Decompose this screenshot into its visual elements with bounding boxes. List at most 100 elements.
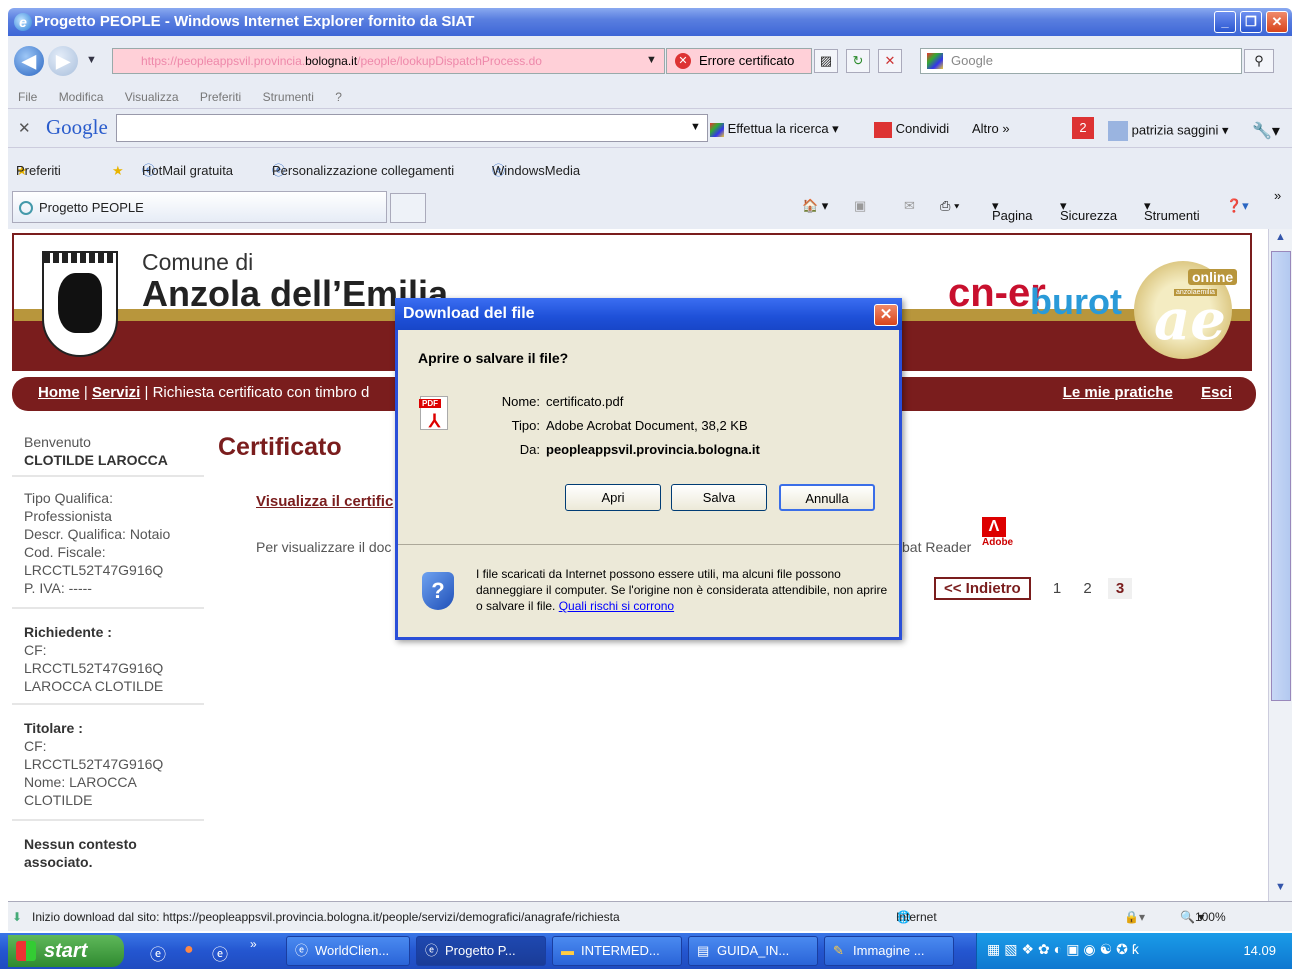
zoom-control[interactable]: 🔍 100% ▾ xyxy=(1180,902,1226,932)
window-title: Progetto PEOPLE - Windows Internet Explo… xyxy=(34,13,475,30)
menu-modifica[interactable]: Modifica xyxy=(59,90,104,104)
tray-icons[interactable]: ▦▧❖✿◐▣◉☯✪ƙ xyxy=(987,941,1143,958)
back-button[interactable]: ◀ xyxy=(14,46,44,76)
mail-icon[interactable]: ✉ xyxy=(904,198,915,214)
page-menu[interactable]: Pagina ▾ xyxy=(992,198,1032,223)
forward-button[interactable]: ▶ xyxy=(48,46,78,76)
menu-file[interactable]: File xyxy=(18,90,37,104)
certificate-error-button[interactable]: ✕ Errore certificato xyxy=(666,48,812,74)
google-search-icon xyxy=(710,122,724,137)
menu-visualizza[interactable]: Visualizza xyxy=(125,90,179,104)
address-bar[interactable]: https://peopleappsvil.provincia.bologna.… xyxy=(112,48,665,74)
page-2[interactable]: 2 xyxy=(1083,580,1091,597)
buro-logo[interactable]: burot xyxy=(1030,281,1122,323)
nav-esci[interactable]: Esci xyxy=(1201,384,1232,401)
tools-menu[interactable]: Strumenti ▾ xyxy=(1144,198,1200,223)
share-button[interactable]: Condividi xyxy=(874,121,949,138)
tab-row: Progetto PEOPLE 🏠 ▾ ▣ ✉ ⎙ ▾ Pagina ▾ Sic… xyxy=(8,188,1292,228)
sidebar-welcome: Benvenuto CLOTILDE LAROCCA xyxy=(12,425,204,477)
chevron-right-icon[interactable]: » xyxy=(1274,188,1281,203)
refresh-icon[interactable]: ↻ xyxy=(846,49,870,73)
print-icon[interactable]: ⎙ ▾ xyxy=(940,198,959,214)
address-dropdown-icon[interactable]: ▼ xyxy=(646,54,657,66)
nav-le-mie-pratiche[interactable]: Le mie pratiche xyxy=(1063,384,1173,401)
dialog-title-bar[interactable]: Download del file ✕ xyxy=(395,298,902,330)
certificate-error-icon: ✕ xyxy=(675,53,691,69)
menu-preferiti[interactable]: Preferiti xyxy=(200,90,241,104)
wrench-icon[interactable]: 🔧▾ xyxy=(1252,121,1280,141)
more-button[interactable]: Altro » xyxy=(972,121,1010,136)
sidebar-contesto: Nessun contesto associato. xyxy=(24,836,137,870)
new-tab-button[interactable] xyxy=(390,193,426,223)
risk-link[interactable]: Quali rischi si corrono xyxy=(559,599,674,613)
menu-strumenti[interactable]: Strumenti xyxy=(263,90,314,104)
sidebar-qualifica: Tipo Qualifica: Professionista Descr. Qu… xyxy=(12,477,204,609)
coat-of-arms-logo xyxy=(42,251,118,357)
window-title-bar[interactable]: e Progetto PEOPLE - Windows Internet Exp… xyxy=(8,8,1292,36)
security-menu[interactable]: Sicurezza ▾ xyxy=(1060,198,1117,223)
status-text: Inizio download dal sito: https://people… xyxy=(32,910,620,924)
google-search-input[interactable] xyxy=(116,114,708,142)
bear-emblem xyxy=(58,273,102,333)
start-button[interactable]: start xyxy=(8,935,124,967)
paint-icon: ✎ xyxy=(833,943,844,958)
feeds-icon[interactable]: ▣ xyxy=(854,198,866,214)
ie-icon: e xyxy=(14,13,32,31)
nav-servizi[interactable]: Servizi xyxy=(92,384,140,401)
scroll-down-icon[interactable]: ▼ xyxy=(1275,881,1286,893)
account-menu[interactable]: patrizia saggini ▾ xyxy=(1108,121,1228,141)
adobe-reader-icon[interactable]: Λ Adobe xyxy=(982,517,1013,551)
task-guida[interactable]: ▤ GUIDA_IN... xyxy=(688,936,818,966)
menu-help[interactable]: ? xyxy=(335,90,342,104)
reader-text: bat Reader xyxy=(902,539,972,555)
page-1[interactable]: 1 xyxy=(1053,580,1061,597)
minimize-button[interactable]: _ xyxy=(1214,11,1236,33)
restore-button[interactable]: ❐ xyxy=(1240,11,1262,33)
google-toolbar: ✕ Google ▼ Effettua la ricerca ▾ Condivi… xyxy=(8,108,1292,148)
history-dropdown-icon[interactable]: ▼ xyxy=(86,54,97,66)
quick-launch-ie2-icon[interactable]: ⓔ xyxy=(212,941,228,965)
help-icon[interactable]: ❓▾ xyxy=(1226,198,1249,214)
open-button[interactable]: Apri xyxy=(565,484,661,511)
search-input[interactable]: Google xyxy=(920,48,1242,74)
cancel-button[interactable]: Annulla xyxy=(779,484,875,511)
task-immagine[interactable]: ✎ Immagine ... xyxy=(824,936,954,966)
home-icon[interactable]: 🏠 ▾ xyxy=(802,198,828,214)
close-window-button[interactable]: ✕ xyxy=(1266,11,1288,33)
notification-badge[interactable]: 2 xyxy=(1072,117,1094,139)
close-toolbar-icon[interactable]: ✕ xyxy=(18,119,31,137)
google-search-button[interactable]: Effettua la ricerca ▾ xyxy=(710,121,839,137)
tab-progetto-people[interactable]: Progetto PEOPLE xyxy=(12,191,387,223)
nav-home[interactable]: Home xyxy=(38,384,80,401)
compatibility-icon[interactable]: ▨ xyxy=(814,49,838,73)
quick-launch-firefox-icon[interactable]: ● xyxy=(184,941,194,959)
sidebar-titolare: Titolare : CF: LRCCTL52T47G916Q Nome: LA… xyxy=(12,705,204,821)
add-favorite-icon[interactable]: ★ xyxy=(112,156,124,186)
stop-icon[interactable]: ✕ xyxy=(878,49,902,73)
task-intermed[interactable]: ▬ INTERMED... xyxy=(552,936,682,966)
download-icon: ⬇ xyxy=(12,910,23,924)
search-icon[interactable]: ⚲ xyxy=(1244,49,1274,73)
quick-launch-ie-icon[interactable]: ⓔ xyxy=(150,941,166,965)
download-dialog: Download del file ✕ Aprire o salvare il … xyxy=(395,298,902,640)
file-source: peopleappsvil.provincia.bologna.it xyxy=(546,442,760,457)
back-button-page[interactable]: << Indietro xyxy=(934,577,1031,600)
divider xyxy=(398,544,899,545)
online-logo[interactable]: online anzolaemilia ae xyxy=(1134,261,1238,359)
taskbar: start ⓔ ● ⓔ » ⓔ WorldClien... ⓔ Progetto P… xyxy=(0,933,1292,969)
breadcrumb: Richiesta certificato con timbro d xyxy=(152,384,370,401)
vertical-scrollbar[interactable]: ▲ ▼ xyxy=(1268,229,1292,901)
google-search-dropdown-icon[interactable]: ▼ xyxy=(690,121,701,133)
dialog-question: Aprire o salvare il file? xyxy=(418,350,569,366)
protected-mode-icon[interactable]: 🔒▾ xyxy=(1124,902,1145,932)
scroll-up-icon[interactable]: ▲ xyxy=(1275,231,1286,243)
task-worldclient[interactable]: ⓔ WorldClien... xyxy=(286,936,410,966)
quick-launch-expand-icon[interactable]: » xyxy=(250,937,257,951)
security-shield-icon: ? xyxy=(422,572,454,610)
scrollbar-thumb[interactable] xyxy=(1271,251,1291,701)
save-button[interactable]: Salva xyxy=(671,484,767,511)
view-certificate-link[interactable]: Visualizza il certific xyxy=(256,493,393,510)
word-icon: ▤ xyxy=(697,943,710,958)
dialog-close-button[interactable]: ✕ xyxy=(874,304,898,326)
task-progetto-people[interactable]: ⓔ Progetto P... xyxy=(416,936,546,966)
